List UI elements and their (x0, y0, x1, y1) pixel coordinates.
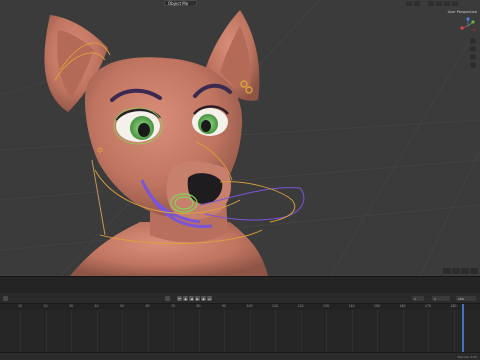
timeline-grid-line (20, 310, 21, 352)
viewport-options-icon[interactable] (470, 268, 478, 274)
timeline-grid-line (300, 310, 302, 352)
keyframe-insert-icon[interactable] (165, 296, 170, 301)
timeline-header: ⏮ ◆ ◀ ▶ ◆ ⏭ 1 1 250 (0, 293, 480, 304)
visibility-icon[interactable] (406, 1, 412, 6)
timeline-grid-line (71, 310, 72, 352)
overlay-toggle-icon[interactable] (443, 268, 451, 274)
ruler-tick-label: 110 (271, 304, 279, 308)
status-bar: Blender 2.93 (0, 352, 480, 360)
view-perspective-label: User Perspective (447, 10, 477, 14)
playhead[interactable] (462, 304, 464, 352)
xray-toggle-icon[interactable] (452, 268, 460, 274)
timeline-grid-line (173, 310, 174, 352)
play-reverse-icon[interactable]: ◀ (189, 296, 194, 301)
editor-type-icon[interactable] (3, 296, 8, 301)
jump-end-icon[interactable]: ⏭ (207, 296, 212, 301)
ruler-tick-label: 140 (348, 304, 355, 308)
shading-material-icon[interactable] (444, 1, 450, 6)
timeline-area[interactable] (0, 310, 480, 352)
shading-dropdown-icon[interactable] (461, 268, 469, 274)
timeline-grid-line (198, 310, 200, 352)
ruler-tick-label: 130 (322, 304, 330, 308)
shading-solid-icon[interactable] (436, 1, 442, 6)
viewport-header: Object Mode (0, 0, 480, 8)
timeline-grid-line (45, 310, 47, 352)
timeline-grid-line (326, 310, 327, 352)
end-frame-field[interactable]: 250 (456, 296, 476, 301)
timeline-grid-line (224, 310, 225, 352)
ruler-tick-label: 120 (297, 304, 304, 308)
timeline-grid-line (122, 310, 123, 352)
navigation-gizmo (460, 17, 476, 32)
playback-controls: ⏮ ◆ ◀ ▶ ◆ ⏭ (177, 296, 212, 301)
prev-keyframe-icon[interactable]: ◆ (183, 296, 188, 301)
ruler-tick-label: 40 (94, 304, 99, 308)
ruler-tick-label: 100 (246, 304, 253, 308)
ruler-tick-label: 50 (119, 304, 125, 308)
ruler-tick-label: 70 (170, 304, 176, 308)
zoom-view-icon[interactable] (470, 38, 476, 44)
perspective-toggle-icon[interactable] (470, 62, 476, 68)
ruler-tick-label: 30 (68, 304, 74, 308)
editor-divider[interactable] (0, 276, 480, 293)
timeline-grid-line (275, 310, 276, 352)
timeline-grid-line (351, 310, 353, 352)
pan-view-icon[interactable] (470, 46, 476, 52)
gizmo-toggle-icon[interactable] (414, 1, 420, 6)
timeline-grid-line (96, 310, 98, 352)
view-menu-icon[interactable] (188, 1, 194, 6)
timeline-grid-line (249, 310, 251, 352)
timeline-grid-line (453, 310, 455, 352)
camera-view-icon[interactable] (470, 54, 476, 60)
ruler-tick-label: 170 (424, 304, 432, 308)
shading-wireframe-icon[interactable] (428, 1, 434, 6)
timeline-grid-line (147, 310, 149, 352)
ruler-tick-label: 80 (196, 304, 201, 308)
timeline-grid-line (377, 310, 378, 352)
timeline-grid-line (428, 310, 429, 352)
ruler-tick-label: 10 (17, 304, 23, 308)
start-frame-field[interactable]: 1 (432, 296, 450, 301)
current-frame-field[interactable]: 1 (412, 296, 424, 301)
viewport-corner-controls (443, 268, 478, 274)
3d-viewport[interactable]: Object Mode User Perspective (0, 0, 480, 276)
ruler-tick-label: 180 (450, 304, 457, 308)
jump-start-icon[interactable]: ⏮ (177, 296, 182, 301)
ruler-tick-label: 150 (373, 304, 381, 308)
timeline-grid-line (402, 310, 404, 352)
ruler-tick-label: 60 (145, 304, 150, 308)
shading-rendered-icon[interactable] (452, 1, 458, 6)
ruler-tick-label: 20 (43, 304, 48, 308)
version-text: Blender 2.93 (457, 355, 477, 359)
ruler-tick-label: 160 (399, 304, 406, 308)
left-eye (115, 108, 161, 142)
viewport-scene[interactable] (0, 0, 480, 276)
next-keyframe-icon[interactable]: ◆ (201, 296, 206, 301)
ruler-tick-label: 90 (221, 304, 227, 308)
play-icon[interactable]: ▶ (195, 296, 200, 301)
